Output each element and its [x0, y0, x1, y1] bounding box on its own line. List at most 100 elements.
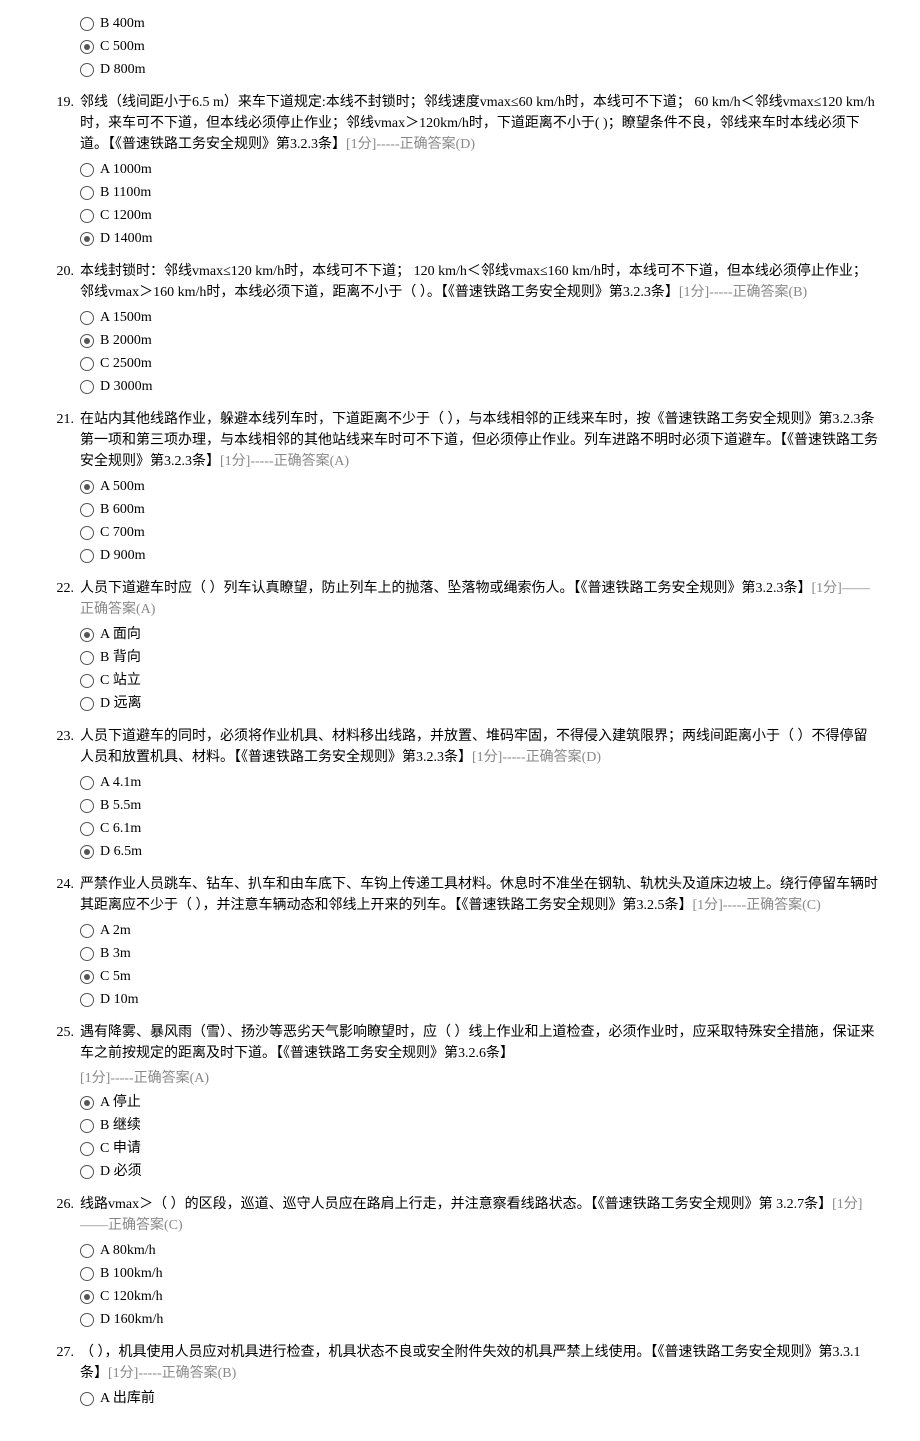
radio-icon[interactable]: [80, 526, 94, 540]
option-row[interactable]: B 1100m: [80, 182, 880, 203]
option-row[interactable]: A 面向: [80, 624, 880, 645]
option-row[interactable]: B 400m: [80, 13, 880, 34]
radio-icon[interactable]: [80, 549, 94, 563]
question-list: B 400mC 500mD 800m19.邻线（线间距小于6.5 m）来车下道规…: [40, 10, 880, 1411]
option-row[interactable]: C 5m: [80, 966, 880, 987]
radio-icon[interactable]: [80, 380, 94, 394]
radio-icon[interactable]: [80, 186, 94, 200]
radio-icon[interactable]: [80, 1313, 94, 1327]
question-number: 24.: [40, 874, 80, 1012]
option-row[interactable]: D 必须: [80, 1161, 880, 1182]
radio-icon[interactable]: [80, 993, 94, 1007]
option-row[interactable]: B 继续: [80, 1115, 880, 1136]
option-row[interactable]: A 1000m: [80, 159, 880, 180]
radio-icon[interactable]: [80, 1244, 94, 1258]
radio-icon[interactable]: [80, 799, 94, 813]
radio-icon[interactable]: [80, 311, 94, 325]
radio-icon[interactable]: [80, 209, 94, 223]
radio-icon[interactable]: [80, 1165, 94, 1179]
option-row[interactable]: A 停止: [80, 1092, 880, 1113]
radio-icon[interactable]: [80, 776, 94, 790]
radio-icon[interactable]: [80, 334, 94, 348]
radio-icon[interactable]: [80, 845, 94, 859]
radio-icon[interactable]: [80, 651, 94, 665]
options: A 500mB 600mC 700mD 900m: [80, 476, 880, 566]
radio-icon[interactable]: [80, 63, 94, 77]
option-row[interactable]: D 800m: [80, 59, 880, 80]
option-row[interactable]: A 1500m: [80, 307, 880, 328]
question-meta: [1分]-----正确答案(C): [693, 898, 821, 913]
radio-icon[interactable]: [80, 163, 94, 177]
radio-icon[interactable]: [80, 1267, 94, 1281]
radio-icon[interactable]: [80, 357, 94, 371]
option-row[interactable]: C 700m: [80, 522, 880, 543]
option-row[interactable]: D 远离: [80, 693, 880, 714]
option-label: A 4.1m: [100, 772, 141, 793]
question-meta: [1分]-----正确答案(B): [679, 285, 807, 300]
question-prompt: 人员下道避车时应（ ）列车认真瞭望，防止列车上的抛落、坠落物或绳索伤人。【《普速…: [80, 581, 812, 596]
radio-icon[interactable]: [80, 40, 94, 54]
option-row[interactable]: B 100km/h: [80, 1263, 880, 1284]
option-label: A 80km/h: [100, 1240, 156, 1261]
radio-icon[interactable]: [80, 17, 94, 31]
option-row[interactable]: C 1200m: [80, 205, 880, 226]
option-row[interactable]: C 申请: [80, 1138, 880, 1159]
option-row[interactable]: C 500m: [80, 36, 880, 57]
option-row[interactable]: A 出库前: [80, 1388, 880, 1409]
option-row[interactable]: B 2000m: [80, 330, 880, 351]
option-row[interactable]: B 背向: [80, 647, 880, 668]
radio-icon[interactable]: [80, 970, 94, 984]
radio-icon[interactable]: [80, 1392, 94, 1406]
question-text: 邻线（线间距小于6.5 m）来车下道规定:本线不封锁时；邻线速度vmax≤60 …: [80, 92, 880, 155]
option-row[interactable]: D 900m: [80, 545, 880, 566]
question-meta: [1分]-----正确答案(A): [220, 454, 349, 469]
radio-icon[interactable]: [80, 480, 94, 494]
radio-icon[interactable]: [80, 1119, 94, 1133]
option-row[interactable]: D 3000m: [80, 376, 880, 397]
option-row[interactable]: A 500m: [80, 476, 880, 497]
option-row[interactable]: B 5.5m: [80, 795, 880, 816]
radio-icon[interactable]: [80, 924, 94, 938]
question-item: 25.遇有降雾、暴风雨（雪）、扬沙等恶劣天气影响瞭望时，应（ ）线上作业和上道检…: [40, 1022, 880, 1184]
option-row[interactable]: B 600m: [80, 499, 880, 520]
option-row[interactable]: A 4.1m: [80, 772, 880, 793]
radio-icon[interactable]: [80, 822, 94, 836]
question-meta: [1分]-----正确答案(D): [472, 750, 601, 765]
options: A 1000mB 1100mC 1200mD 1400m: [80, 159, 880, 249]
option-row[interactable]: A 80km/h: [80, 1240, 880, 1261]
option-label: D 6.5m: [100, 841, 142, 862]
radio-icon[interactable]: [80, 674, 94, 688]
question-body: 邻线（线间距小于6.5 m）来车下道规定:本线不封锁时；邻线速度vmax≤60 …: [80, 92, 880, 251]
option-row[interactable]: D 160km/h: [80, 1309, 880, 1330]
option-row[interactable]: B 3m: [80, 943, 880, 964]
radio-icon[interactable]: [80, 1096, 94, 1110]
option-row[interactable]: D 10m: [80, 989, 880, 1010]
radio-icon[interactable]: [80, 628, 94, 642]
option-row[interactable]: C 站立: [80, 670, 880, 691]
question-number: 19.: [40, 92, 80, 251]
question-number: 25.: [40, 1022, 80, 1184]
question-meta: [1分]-----正确答案(A): [80, 1068, 880, 1089]
question-text: （ ），机具使用人员应对机具进行检查，机具状态不良或安全附件失效的机具严禁上线使…: [80, 1342, 880, 1384]
option-row[interactable]: C 6.1m: [80, 818, 880, 839]
option-row[interactable]: C 2500m: [80, 353, 880, 374]
question-body: B 400mC 500mD 800m: [80, 10, 880, 82]
radio-icon[interactable]: [80, 947, 94, 961]
radio-icon[interactable]: [80, 232, 94, 246]
radio-icon[interactable]: [80, 1142, 94, 1156]
option-row[interactable]: D 6.5m: [80, 841, 880, 862]
option-row[interactable]: D 1400m: [80, 228, 880, 249]
option-row[interactable]: A 2m: [80, 920, 880, 941]
radio-icon[interactable]: [80, 503, 94, 517]
radio-icon[interactable]: [80, 697, 94, 711]
option-row[interactable]: C 120km/h: [80, 1286, 880, 1307]
question-body: 本线封锁时：邻线vmax≤120 km/h时，本线可不下道； 120 km/h＜…: [80, 261, 880, 399]
option-label: D 必须: [100, 1161, 142, 1182]
options: A 1500mB 2000mC 2500mD 3000m: [80, 307, 880, 397]
question-item: 26.线路vmax＞（ ）的区段，巡道、巡守人员应在路肩上行走，并注意察看线路状…: [40, 1194, 880, 1332]
option-label: B 3m: [100, 943, 131, 964]
option-label: B 继续: [100, 1115, 141, 1136]
question-text: 人员下道避车时应（ ）列车认真瞭望，防止列车上的抛落、坠落物或绳索伤人。【《普速…: [80, 578, 880, 620]
radio-icon[interactable]: [80, 1290, 94, 1304]
question-body: 遇有降雾、暴风雨（雪）、扬沙等恶劣天气影响瞭望时，应（ ）线上作业和上道检查，必…: [80, 1022, 880, 1184]
